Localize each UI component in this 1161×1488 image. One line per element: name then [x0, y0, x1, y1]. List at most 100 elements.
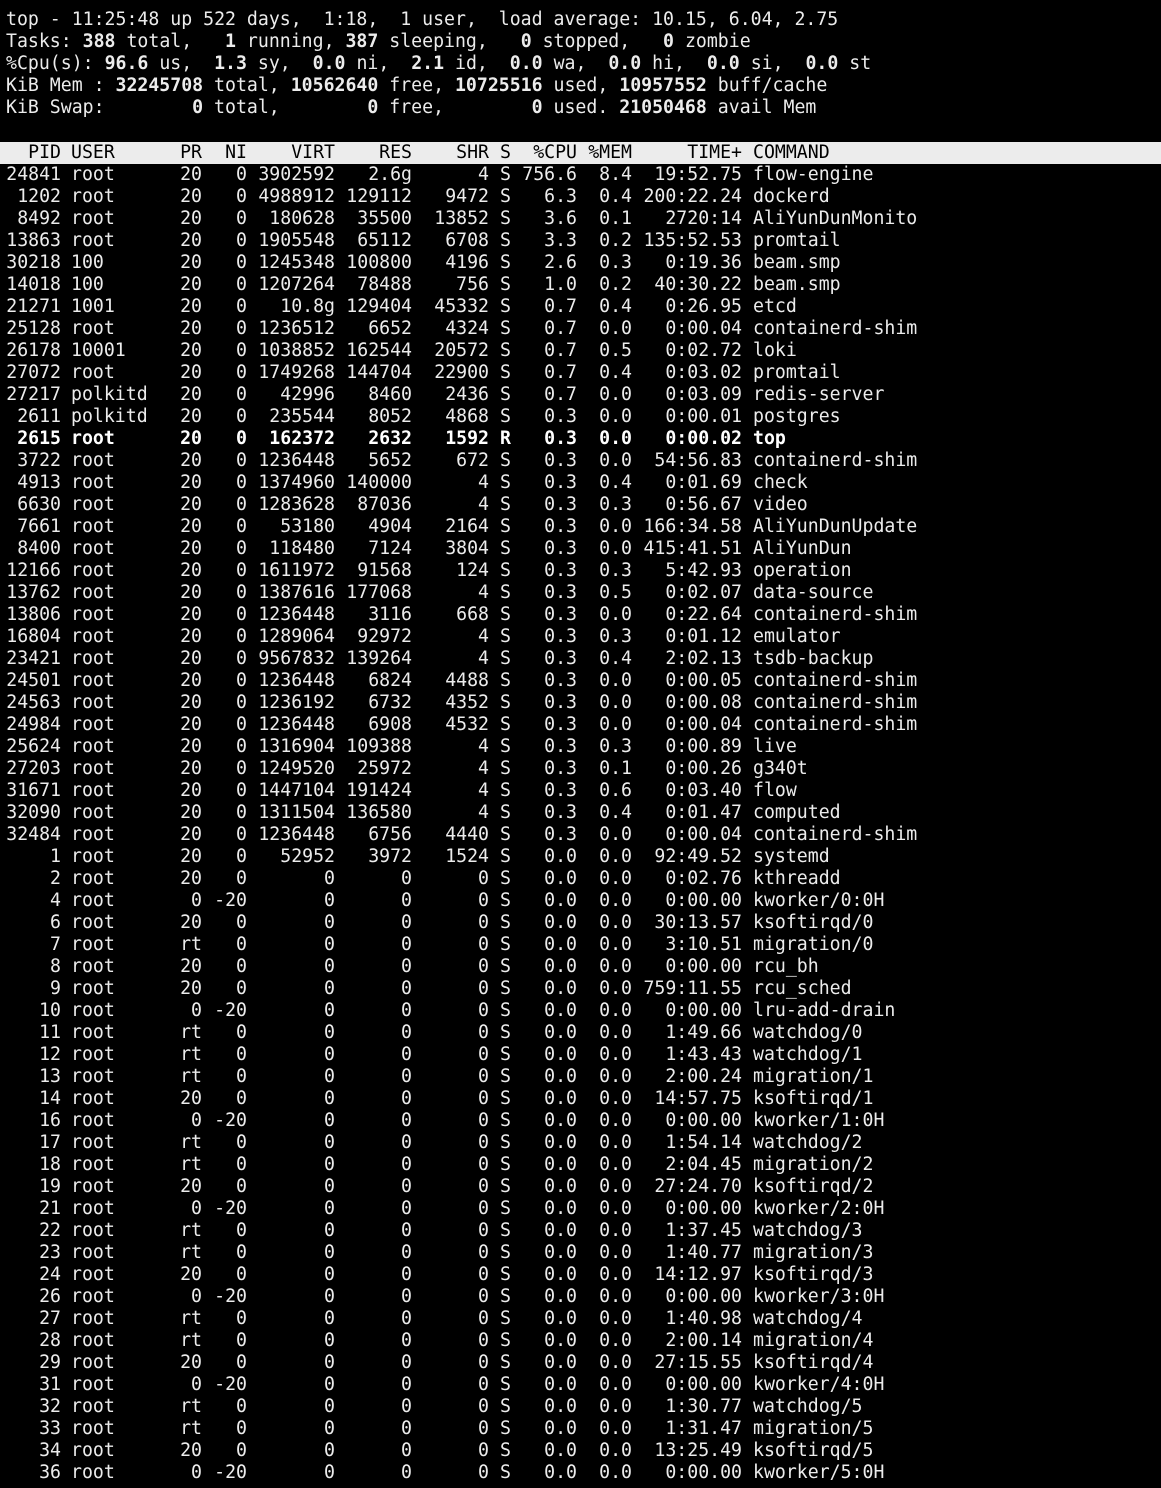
cell-virt: 1749268: [258, 362, 335, 383]
cell-command: kworker/0:0H: [753, 890, 885, 911]
cell-ni: 0: [236, 208, 247, 229]
col-cpu[interactable]: %CPU: [515, 142, 577, 164]
cell-virt: 1207264: [258, 274, 335, 295]
sep: id,: [444, 53, 510, 74]
terminal-window[interactable]: top - 11:25:48 up 522 days, 1:18, 1 user…: [0, 0, 1161, 1488]
cell-pr: rt: [180, 1418, 202, 1439]
cell-pr: 20: [180, 978, 202, 999]
tasks-zombie: 0: [663, 31, 674, 52]
cell-state: S: [500, 1264, 511, 1285]
cell-mem: 0.0: [599, 1044, 632, 1065]
cell-state: S: [500, 1440, 511, 1461]
cell-shr: 0: [478, 1462, 489, 1483]
cell-virt: 162372: [269, 428, 335, 449]
cell-shr: 1592: [445, 428, 489, 449]
cell-res: 0: [401, 1352, 412, 1373]
cell-pid: 24563: [6, 692, 61, 713]
cell-mem: 0.0: [599, 318, 632, 339]
cell-res: 92972: [357, 626, 412, 647]
cell-res: 0: [401, 1440, 412, 1461]
cell-mem: 0.4: [599, 296, 632, 317]
cell-res: 25972: [357, 758, 412, 779]
cell-res: 6824: [368, 670, 412, 691]
cell-ni: 0: [236, 384, 247, 405]
cell-virt: 0: [324, 1198, 335, 1219]
process-row: 31671 root 20 0 1447104 191424 4 S 0.3 0.6 0:03.40…: [0, 780, 1161, 802]
cell-mem: 0.0: [599, 1000, 632, 1021]
col-command[interactable]: COMMAND: [753, 142, 830, 164]
cpu-st: 0.0: [805, 53, 839, 74]
cell-command: ksoftirqd/5: [753, 1440, 874, 1461]
cell-state: S: [500, 230, 511, 251]
cell-cpu: 0.0: [544, 978, 577, 999]
col-mem[interactable]: %MEM: [580, 142, 632, 164]
cell-pr: 20: [180, 406, 202, 427]
col-state[interactable]: S: [500, 142, 511, 164]
cell-cpu: 0.0: [544, 1264, 577, 1285]
cell-virt: 1374960: [258, 472, 335, 493]
cpu-wa: 0.0: [509, 53, 543, 74]
cell-pr: 20: [180, 1352, 202, 1373]
cell-state: S: [500, 538, 511, 559]
cell-virt: 0: [324, 1418, 335, 1439]
cell-virt: 1236448: [258, 604, 335, 625]
process-row: 25128 root 20 0 1236512 6652 4324 S 0.7 0.0 0:00.0…: [0, 318, 1161, 340]
cell-mem: 0.0: [599, 1176, 632, 1197]
col-pid[interactable]: PID: [6, 142, 61, 164]
cell-pr: rt: [180, 1066, 202, 1087]
cell-mem: 0.0: [599, 450, 632, 471]
cell-res: 144704: [346, 362, 412, 383]
process-row: 6 root 20 0 0 0 0 S 0.0 0.0 30:13.57 ksoftirqd/0: [0, 912, 1161, 934]
col-virt[interactable]: VIRT: [250, 142, 335, 164]
col-time[interactable]: TIME+: [634, 142, 742, 164]
cell-pr: rt: [180, 1154, 202, 1175]
cell-cpu: 0.3: [544, 714, 577, 735]
cell-state: S: [500, 802, 511, 823]
cell-pr: 20: [180, 912, 202, 933]
cell-cpu: 0.0: [544, 1308, 577, 1329]
cell-pr: 20: [180, 868, 202, 889]
cell-res: 2632: [368, 428, 412, 449]
process-row: 28 root rt 0 0 0 0 S 0.0 0.0 2:00.14 migration/4: [0, 1330, 1161, 1352]
process-row: 13 root rt 0 0 0 0 S 0.0 0.0 2:00.24 migration/1: [0, 1066, 1161, 1088]
cell-mem: 8.4: [599, 164, 632, 185]
cell-ni: 0: [236, 164, 247, 185]
cell-shr: 4: [478, 626, 489, 647]
col-shr[interactable]: SHR: [414, 142, 489, 164]
cell-res: 0: [401, 1242, 412, 1263]
process-row: 6630 root 20 0 1283628 87036 4 S 0.3 0.3 0:56.67 vi…: [0, 494, 1161, 516]
cell-virt: 9567832: [258, 648, 335, 669]
cell-cpu: 0.0: [544, 1330, 577, 1351]
sep: stopped,: [531, 31, 664, 52]
cell-res: 91568: [357, 560, 412, 581]
process-row: 23 root rt 0 0 0 0 S 0.0 0.0 1:40.77 migration/3: [0, 1242, 1161, 1264]
col-res[interactable]: RES: [337, 142, 412, 164]
cell-pid: 27072: [6, 362, 61, 383]
cell-cpu: 0.3: [544, 626, 577, 647]
process-row: 2 root 20 0 0 0 0 S 0.0 0.0 0:02.76 kthreadd: [0, 868, 1161, 890]
cell-pid: 8400: [17, 538, 61, 559]
cell-mem: 0.0: [599, 846, 632, 867]
cell-pid: 2611: [17, 406, 61, 427]
cell-pr: 20: [180, 362, 202, 383]
process-row: 27217 polkitd 20 0 42996 8460 2436 S 0.7 0.0 0:03.…: [0, 384, 1161, 406]
cell-virt: 1236448: [258, 670, 335, 691]
col-ni[interactable]: NI: [207, 142, 247, 164]
cell-pid: 12166: [6, 560, 61, 581]
cell-mem: 0.0: [599, 1440, 632, 1461]
cell-pid: 12: [39, 1044, 61, 1065]
cell-mem: 0.0: [599, 912, 632, 933]
cell-state: S: [500, 1286, 511, 1307]
cell-cpu: 0.3: [544, 692, 577, 713]
cell-time: 27:15.55: [654, 1352, 742, 1373]
cell-command: top: [753, 428, 786, 449]
cell-time: 2:00.24: [665, 1066, 742, 1087]
cell-state: S: [500, 1022, 511, 1043]
sep: total,: [203, 97, 368, 118]
col-pr[interactable]: PR: [166, 142, 202, 164]
tasks-total: 388: [82, 31, 116, 52]
cell-command: migration/2: [753, 1154, 874, 1175]
cell-res: 139264: [346, 648, 412, 669]
col-user[interactable]: USER: [71, 142, 115, 164]
cell-pid: 13863: [6, 230, 61, 251]
